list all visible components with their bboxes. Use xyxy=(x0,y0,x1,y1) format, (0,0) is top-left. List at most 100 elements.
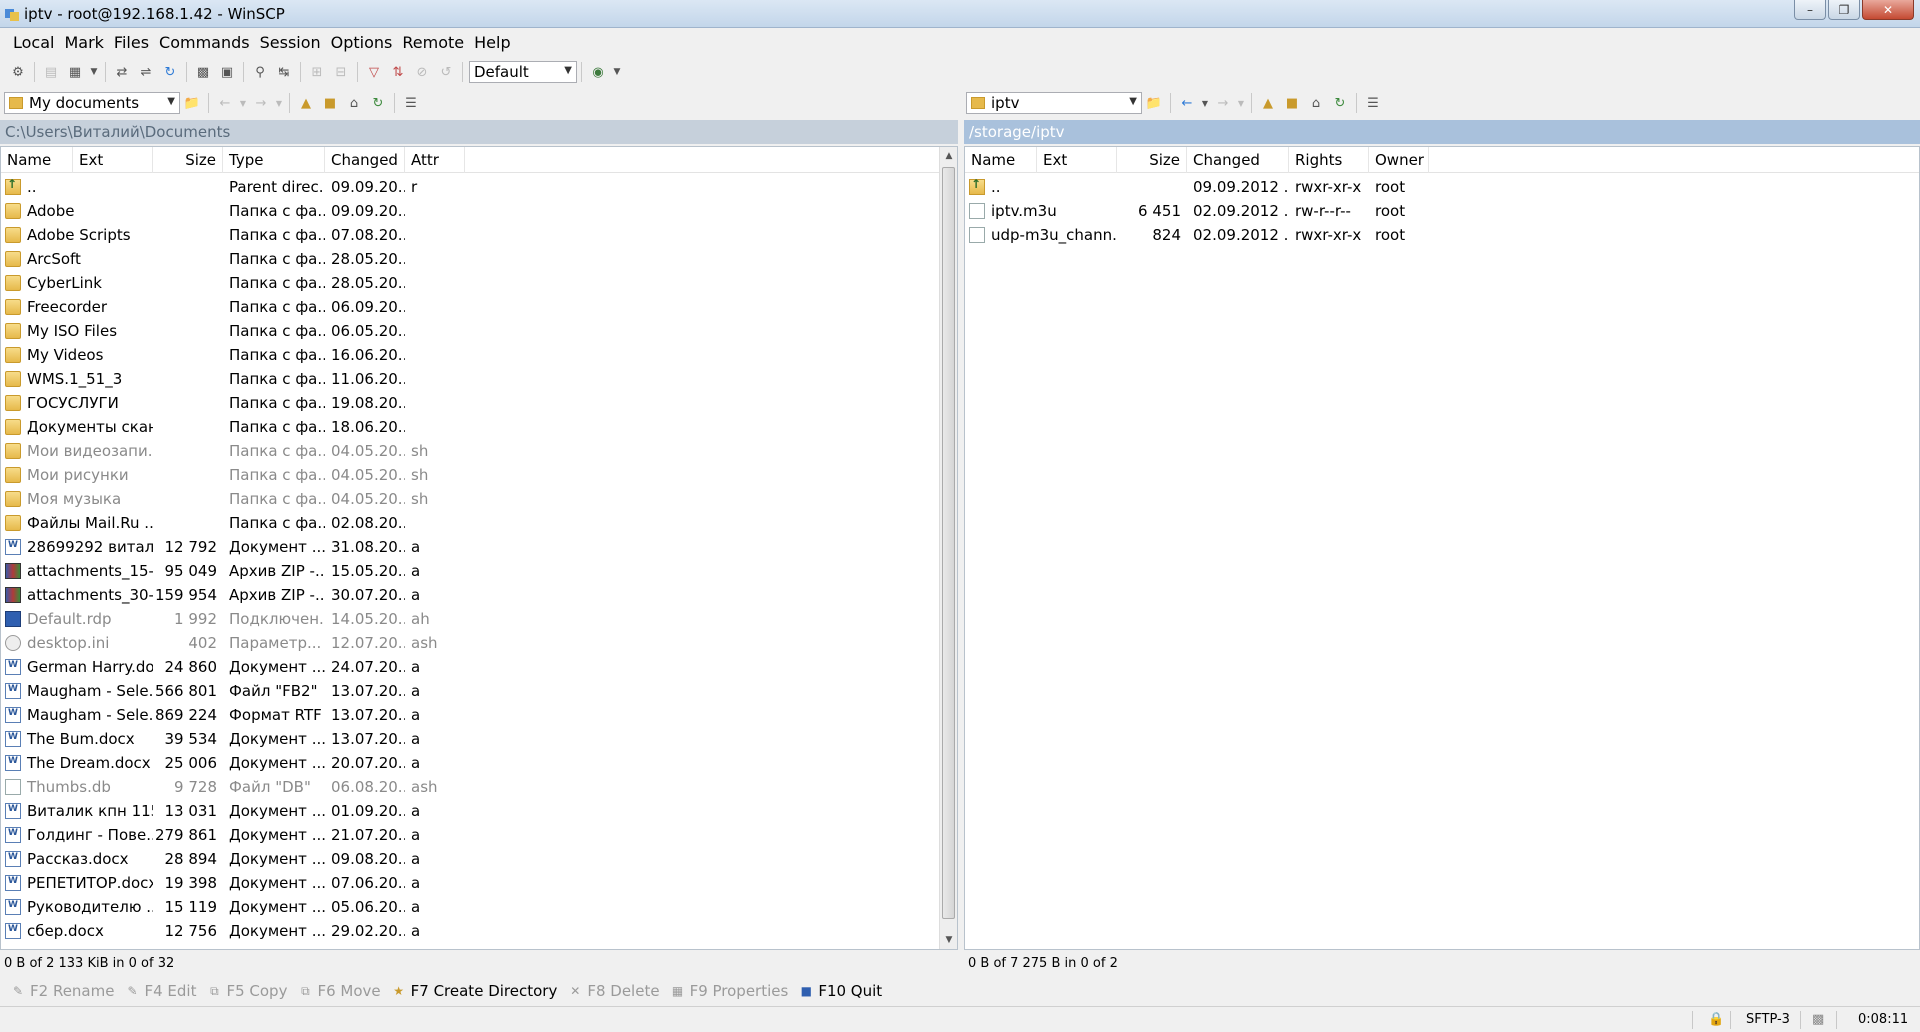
scrollbar-thumb[interactable] xyxy=(942,167,955,919)
file-row[interactable]: сбер.docx 12 756 Документ ... 29.02.20... a xyxy=(1,919,957,943)
console-icon[interactable]: ▩ xyxy=(194,63,212,81)
file-row[interactable]: Thumbs.db 9 728 Файл "DB" 06.08.20... ash xyxy=(1,775,957,799)
forward-icon[interactable]: → xyxy=(252,94,270,112)
file-row[interactable]: Maugham - Sele...566 801 Файл "FB2" 13.07.… xyxy=(1,679,957,703)
synchronize-browsing-icon[interactable]: ⇌ xyxy=(137,63,155,81)
dropdown-arrow-icon[interactable]: ▼ xyxy=(1238,94,1244,112)
queue-icon[interactable]: ▤ xyxy=(42,63,60,81)
file-row[interactable]: Maugham - Sele...869 224 Формат RTF 13.07.… xyxy=(1,703,957,727)
file-row[interactable]: Adobe Scripts Папка с фа... 07.08.20... xyxy=(1,223,957,247)
preferences-gear-icon[interactable]: ⚙ xyxy=(9,63,27,81)
file-row[interactable]: Документы скан... Папка с фа... 18.06.20..… xyxy=(1,415,957,439)
compare-directories-icon[interactable]: ⇄ xyxy=(113,63,131,81)
f10-quit-button[interactable]: ■ F10 Quit xyxy=(798,982,883,1000)
dropdown-arrow-icon[interactable]: ▼ xyxy=(276,94,282,112)
back-icon[interactable]: ← xyxy=(1178,94,1196,112)
file-row[interactable]: German Harry.do... 24 860 Документ ... 24.0… xyxy=(1,655,957,679)
column-header-rights[interactable]: Rights xyxy=(1289,147,1369,173)
f2-rename-button[interactable]: ✎ F2 Rename xyxy=(10,982,115,1000)
parent-directory-icon[interactable]: ▲ xyxy=(1259,94,1277,112)
file-row[interactable]: The Bum.docx 39 534 Документ ... 13.07.20..… xyxy=(1,727,957,751)
file-row[interactable]: .. Parent direc... 09.09.20... r xyxy=(1,175,957,199)
f5-copy-button[interactable]: ⧉ F5 Copy xyxy=(206,982,287,1000)
find-files-icon[interactable]: ⚲ xyxy=(251,63,269,81)
file-row[interactable]: ArcSoft Папка с фа... 28.05.20... xyxy=(1,247,957,271)
column-header-ext[interactable]: Ext xyxy=(73,147,153,173)
file-row[interactable]: Мои рисунки Папка с фа... 04.05.20... sh xyxy=(1,463,957,487)
menu-local[interactable]: Local xyxy=(8,33,59,52)
select-files-icon[interactable]: ⊞ xyxy=(308,63,326,81)
f6-move-button[interactable]: ⧉ F6 Move xyxy=(297,982,380,1000)
local-location-select[interactable]: My documents ▼ xyxy=(4,92,180,114)
putty-icon[interactable]: ▣ xyxy=(218,63,236,81)
remote-path-header[interactable]: /storage/iptv xyxy=(964,120,1920,144)
column-header-size[interactable]: Size xyxy=(153,147,223,173)
menu-commands[interactable]: Commands xyxy=(154,33,255,52)
file-row[interactable]: Adobe Папка с фа... 09.09.20... xyxy=(1,199,957,223)
column-header-changed[interactable]: Changed xyxy=(1187,147,1289,173)
queue-list-icon[interactable]: ▦ xyxy=(66,63,84,81)
dropdown-arrow-icon[interactable]: ▼ xyxy=(240,94,246,112)
dropdown-arrow-icon[interactable]: ▼ xyxy=(1202,94,1208,112)
dropdown-arrow-icon[interactable]: ▼ xyxy=(90,63,98,81)
file-row[interactable]: 28699292 витал... 12 792 Документ ... 31.08… xyxy=(1,535,957,559)
column-header-type[interactable]: Type xyxy=(223,147,325,173)
file-row[interactable]: Виталик кпн 115... 13 031 Документ ... 01.0… xyxy=(1,799,957,823)
root-directory-icon[interactable]: ■ xyxy=(1283,94,1301,112)
file-row[interactable]: attachments_15-... 95 049 Архив ZIP -... 15… xyxy=(1,559,957,583)
refresh-dim-icon[interactable]: ↺ xyxy=(437,63,455,81)
back-icon[interactable]: ← xyxy=(216,94,234,112)
f7-create-directory-button[interactable]: ★ F7 Create Directory xyxy=(391,982,557,1000)
filter-icon[interactable]: ▽ xyxy=(365,63,383,81)
file-row[interactable]: desktop.ini 402 Параметр... 12.07.20... ash xyxy=(1,631,957,655)
file-row[interactable]: attachments_30-...159 954 Архив ZIP -... 3… xyxy=(1,583,957,607)
refresh-icon[interactable]: ↻ xyxy=(369,94,387,112)
open-folder-icon[interactable]: 📁 xyxy=(1145,94,1163,112)
synchronize-icon[interactable]: ↻ xyxy=(161,63,179,81)
winscp-app-icon[interactable] xyxy=(4,6,20,22)
scroll-up-arrow-icon[interactable]: ▲ xyxy=(940,147,957,165)
file-row[interactable]: Руководителю ... 15 119 Документ ... 05.06.… xyxy=(1,895,957,919)
column-header-changed[interactable]: Changed xyxy=(325,147,405,173)
sort-icon[interactable]: ⇅ xyxy=(389,63,407,81)
local-file-panel[interactable]: Name Ext Size Type Changed Attr .. Parent… xyxy=(0,146,958,950)
file-row[interactable]: WMS.1_51_3 Папка с фа... 11.06.20... xyxy=(1,367,957,391)
file-row[interactable]: .. 09.09.2012 ... rwxr-xr-x root xyxy=(965,175,1919,199)
menu-help[interactable]: Help xyxy=(469,33,515,52)
file-row[interactable]: Голдинг - Пове...279 861 Документ ... 21.0… xyxy=(1,823,957,847)
file-row[interactable]: udp-m3u_chann... 824 02.09.2012 ... rwxr-xr… xyxy=(965,223,1919,247)
dropdown-arrow-icon[interactable]: ▼ xyxy=(613,63,621,81)
file-row[interactable]: The Dream.docx 25 006 Документ ... 20.07.20… xyxy=(1,751,957,775)
menu-session[interactable]: Session xyxy=(255,33,326,52)
file-row[interactable]: Default.rdp 1 992 Подключен... 14.05.20... a… xyxy=(1,607,957,631)
column-header-ext[interactable]: Ext xyxy=(1037,147,1117,173)
menu-files[interactable]: Files xyxy=(109,33,154,52)
transfer-icon[interactable]: ↹ xyxy=(275,63,293,81)
column-header-name[interactable]: Name xyxy=(1,147,73,173)
transfer-settings-select[interactable]: Default ▼ xyxy=(469,61,577,83)
parent-directory-icon[interactable]: ▲ xyxy=(297,94,315,112)
root-directory-icon[interactable]: ■ xyxy=(321,94,339,112)
maximize-button[interactable]: ❐ xyxy=(1828,0,1860,20)
minimize-button[interactable]: – xyxy=(1794,0,1826,20)
open-folder-icon[interactable]: 📁 xyxy=(183,94,201,112)
remote-file-panel[interactable]: Name Ext Size Changed Rights Owner .. 09.… xyxy=(964,146,1920,950)
scroll-down-arrow-icon[interactable]: ▼ xyxy=(940,931,957,949)
refresh-icon[interactable]: ↻ xyxy=(1331,94,1349,112)
file-row[interactable]: Файлы Mail.Ru ... Папка с фа... 02.08.20..… xyxy=(1,511,957,535)
column-header-attr[interactable]: Attr xyxy=(405,147,465,173)
file-row[interactable]: Моя музыка Папка с фа... 04.05.20... sh xyxy=(1,487,957,511)
file-row[interactable]: iptv.m3u 6 451 02.09.2012 ... rw-r--r-- root xyxy=(965,199,1919,223)
tree-view-icon[interactable]: ☰ xyxy=(402,94,420,112)
f8-delete-button[interactable]: ✕ F8 Delete xyxy=(567,982,659,1000)
file-row[interactable]: Рассказ.docx 28 894 Документ ... 09.08.20..… xyxy=(1,847,957,871)
local-path-header[interactable]: C:\Users\Виталий\Documents xyxy=(0,120,958,144)
file-row[interactable]: My ISO Files Папка с фа... 06.05.20... xyxy=(1,319,957,343)
tree-view-icon[interactable]: ☰ xyxy=(1364,94,1382,112)
no-sort-icon[interactable]: ⊘ xyxy=(413,63,431,81)
column-header-name[interactable]: Name xyxy=(965,147,1037,173)
home-icon[interactable]: ⌂ xyxy=(345,94,363,112)
menu-remote[interactable]: Remote xyxy=(397,33,469,52)
file-row[interactable]: Мои видеозапи... Папка с фа... 04.05.20...… xyxy=(1,439,957,463)
forward-icon[interactable]: → xyxy=(1214,94,1232,112)
